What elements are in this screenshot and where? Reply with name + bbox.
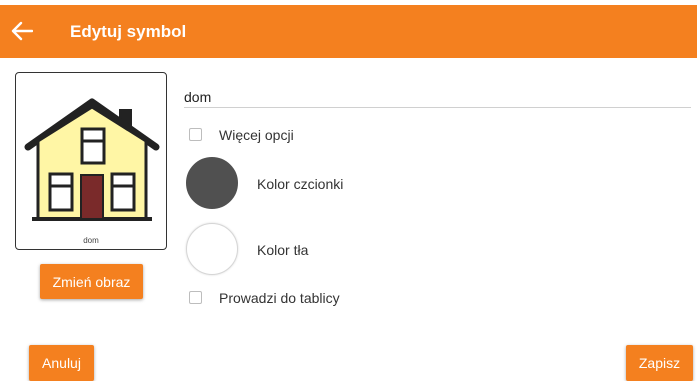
background-color-swatch[interactable] [186,223,238,275]
page-title: Edytuj symbol [70,22,187,41]
arrow-left-icon [11,21,33,41]
background-color-label: Kolor tła [257,242,309,258]
symbol-caption: dom [83,236,99,245]
more-options-label: Więcej opcji [219,127,294,143]
leads-to-board-checkbox[interactable] [189,291,202,304]
cancel-button[interactable]: Anuluj [29,345,94,381]
house-image [24,98,160,221]
font-color-swatch[interactable] [186,157,238,209]
symbol-name-input[interactable] [184,87,691,108]
more-options-checkbox[interactable] [189,128,202,141]
change-image-button[interactable]: Zmień obraz [40,264,143,299]
save-button[interactable]: Zapisz [626,345,693,381]
font-color-label: Kolor czcionki [257,176,344,192]
leads-to-board-label: Prowadzi do tablicy [219,290,340,306]
symbol-preview[interactable]: dom [15,72,167,250]
app-bar: Edytuj symbol [0,5,697,58]
back-button[interactable] [8,18,36,44]
